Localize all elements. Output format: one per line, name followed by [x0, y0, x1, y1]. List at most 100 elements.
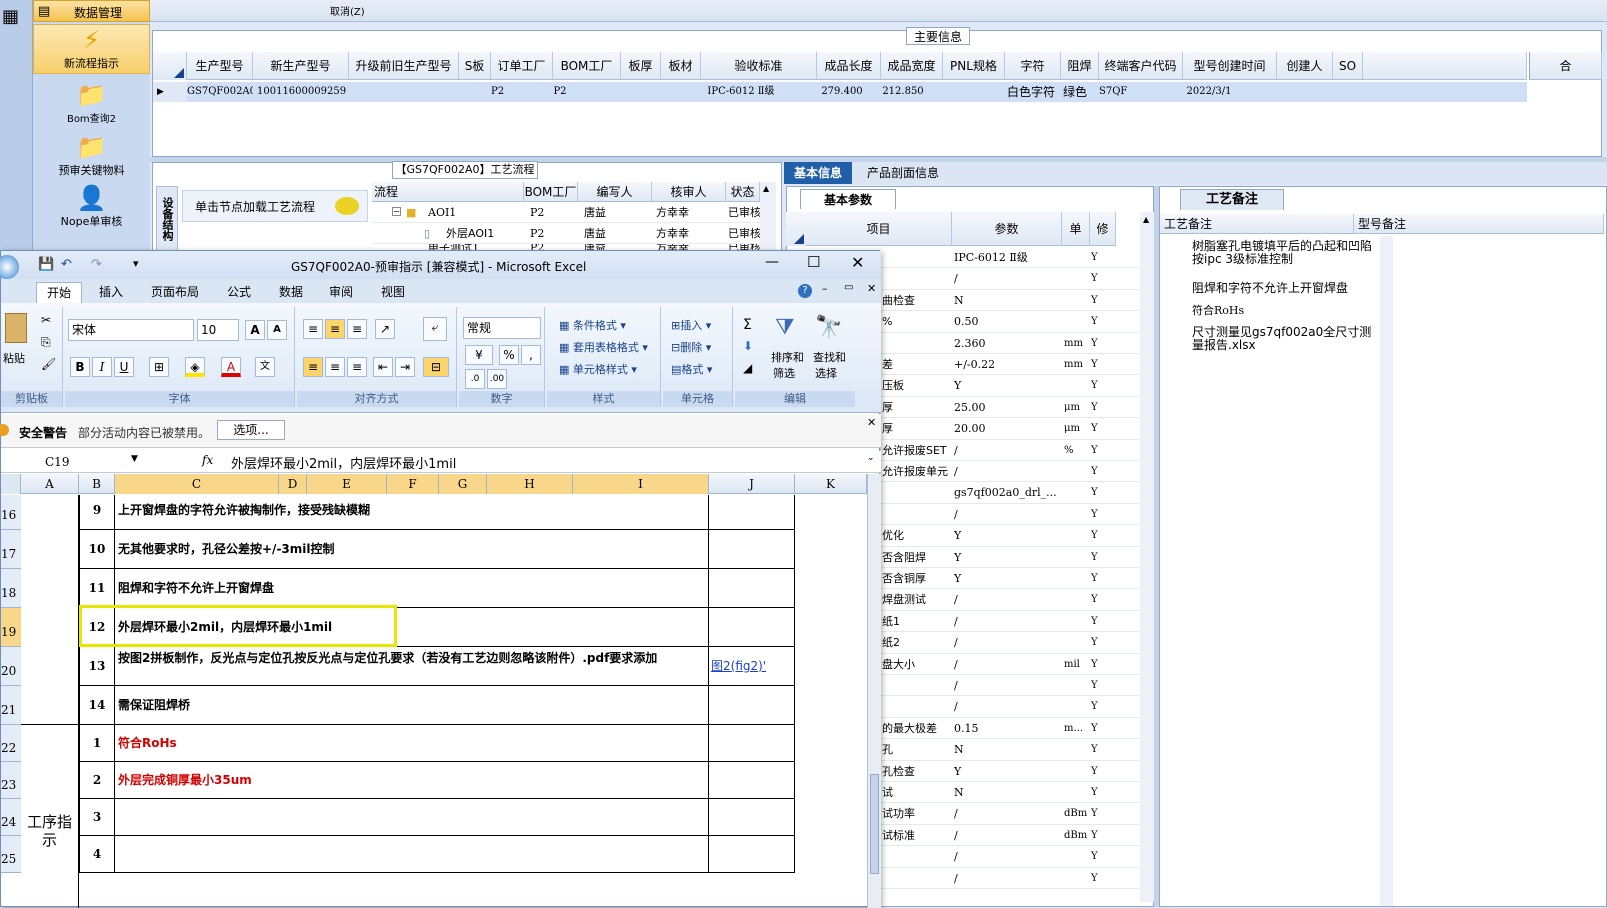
scroll-up-icon[interactable]: ▲ [1143, 215, 1149, 224]
align-left-icon[interactable]: ≡ [303, 357, 323, 377]
find-select-button[interactable]: 查找和 [813, 349, 846, 365]
col-header[interactable]: SO [1333, 52, 1363, 80]
col-header[interactable]: 工艺备注 [1160, 214, 1354, 234]
ribbon-minimize-icon[interactable]: – [822, 282, 828, 295]
col-header[interactable]: 流程 [372, 182, 524, 202]
cell[interactable]: 10011600009259 [253, 82, 349, 102]
cell-text[interactable]: 外层完成铜厚最小35um [115, 762, 709, 799]
cell[interactable]: S7QF [1099, 82, 1127, 102]
comma-icon[interactable]: , [521, 345, 541, 365]
ribbon-restore-icon[interactable]: ▭ [844, 282, 853, 293]
cell-text[interactable]: 无其他要求时，孔径公差按+/-3mil控制 [115, 530, 709, 569]
cut-icon[interactable]: ✂ [41, 313, 51, 327]
side-tab-device-structure[interactable]: 设备结构 [156, 186, 178, 252]
bold-icon[interactable]: B [70, 357, 90, 377]
col-header[interactable]: 参数 [952, 212, 1062, 246]
cell-seq[interactable]: 14 [79, 686, 115, 725]
format-painter-icon[interactable]: 🖌 [41, 357, 56, 371]
undo-icon[interactable]: ↶ [61, 257, 72, 272]
cell[interactable]: P2 [491, 82, 504, 102]
cancel-button[interactable]: 取消(Z) [330, 3, 365, 18]
border-icon[interactable]: ⊞ [149, 357, 169, 377]
cell-text[interactable]: 符合RoHs [115, 725, 709, 762]
col-header-a[interactable]: A [21, 474, 79, 494]
sort-filter-button-2[interactable]: 筛选 [773, 365, 795, 381]
close-icon[interactable]: ✕ [851, 253, 864, 272]
section-label[interactable]: 工序指示 [21, 725, 79, 908]
options-button[interactable]: 选项... [217, 420, 285, 440]
col-header-e[interactable]: E [307, 474, 387, 494]
row-header[interactable]: 19 [1, 608, 21, 647]
col-header[interactable]: 终端客户代码 [1099, 52, 1183, 80]
col-header[interactable]: BOM工厂 [553, 52, 621, 80]
shrink-font-icon[interactable]: A [267, 320, 287, 340]
orientation-icon[interactable]: ↗ [375, 319, 395, 339]
formula-input[interactable]: 外层焊环最小2mil，内层焊环最小1mil [231, 453, 456, 472]
col-header[interactable]: PNL规格 [943, 52, 1005, 80]
format-cells-button[interactable]: ▤格式 ▾ [671, 361, 712, 377]
row-header[interactable]: 21 [1, 686, 21, 725]
scroll-thumb[interactable] [870, 774, 879, 874]
row-header[interactable]: 18 [1, 569, 21, 608]
col-header[interactable]: 创建人 [1277, 52, 1333, 80]
hyperlink[interactable]: 图2(fig2)' [711, 657, 766, 674]
col-header[interactable]: 成品长度 [817, 52, 881, 80]
cell-j[interactable] [709, 725, 795, 762]
font-name-select[interactable]: 宋体 [68, 319, 194, 341]
cell-j[interactable] [709, 608, 795, 647]
phonetic-icon[interactable]: 文 [255, 357, 275, 377]
tab-product-profile[interactable]: 产品剖面信息 [858, 162, 948, 184]
clear-icon[interactable]: ◢ [743, 361, 752, 375]
row-header[interactable]: 20 [1, 647, 21, 686]
cell[interactable]: 白色字符 [1005, 82, 1057, 102]
increase-indent-icon[interactable]: ⇥ [395, 357, 415, 377]
insert-cells-button[interactable]: ⊞插入 ▾ [671, 317, 711, 333]
row-header[interactable]: 17 [1, 530, 21, 569]
col-header[interactable]: 成品宽度 [881, 52, 943, 80]
format-table-button[interactable]: ▦ 套用表格格式 ▾ [559, 339, 648, 355]
cell-j[interactable] [709, 569, 795, 608]
ribbon-close-icon[interactable]: ✕ [867, 282, 876, 295]
col-header[interactable]: 升级前旧生产型号 [349, 52, 459, 80]
expand-formula-icon[interactable]: ⌄ [867, 453, 875, 463]
cell-j[interactable] [709, 530, 795, 569]
col-header[interactable]: 字符 [1005, 52, 1061, 80]
col-header[interactable]: 型号创建时间 [1183, 52, 1277, 80]
fill-icon[interactable]: ⬇ [743, 339, 753, 353]
help-icon[interactable]: ? [798, 284, 812, 298]
cell[interactable]: GS7QF002A0 [187, 82, 256, 102]
font-size-select[interactable]: 10 [197, 319, 239, 341]
cell-text[interactable]: 外层焊环最小2mil，内层焊环最小1mil [115, 608, 709, 647]
align-right-icon[interactable]: ≡ [347, 357, 367, 377]
notes-scrollbar[interactable] [1380, 236, 1393, 906]
col-header[interactable]: 项目 [806, 212, 952, 246]
italic-icon[interactable]: I [92, 357, 112, 377]
row-header[interactable]: 24 [1, 799, 21, 836]
nav-item-prereview[interactable]: 📁 预审关键物料 [33, 132, 150, 178]
tab-basic-info[interactable]: 基本信息 [784, 162, 852, 184]
process-row[interactable]: − ■ AOI1 P2 唐益 方幸幸 已审核 [372, 202, 760, 223]
col-header[interactable]: 板厚 [621, 52, 661, 80]
cell-seq[interactable]: 11 [79, 569, 115, 608]
number-format-select[interactable]: 常规 [463, 317, 541, 339]
tab-home[interactable]: 开始 [36, 282, 82, 303]
chevron-down-icon[interactable]: ▼ [131, 454, 138, 464]
font-color-icon[interactable]: A [221, 357, 241, 377]
row-header[interactable]: 23 [1, 762, 21, 799]
cell-seq[interactable]: 1 [79, 725, 115, 762]
row-header[interactable]: 25 [1, 836, 21, 873]
col-header[interactable]: 验收标准 [701, 52, 817, 80]
redo-icon[interactable]: ↷ [91, 257, 102, 272]
col-header-i[interactable]: I [573, 474, 709, 494]
col-header[interactable]: S板 [459, 52, 491, 80]
cell-seq[interactable]: 12 [79, 608, 115, 647]
increase-decimal-icon[interactable]: .0 [465, 369, 485, 389]
cell-seq[interactable]: 3 [79, 799, 115, 836]
tab-page-layout[interactable]: 页面布局 [144, 282, 206, 303]
grow-font-icon[interactable]: A [245, 320, 265, 340]
col-header[interactable]: 状态 [726, 182, 760, 202]
tab-insert[interactable]: 插入 [91, 282, 131, 303]
cell[interactable]: 绿色 [1061, 82, 1089, 102]
cell-seq[interactable]: 2 [79, 762, 115, 799]
sum-icon[interactable]: Σ [743, 317, 752, 333]
